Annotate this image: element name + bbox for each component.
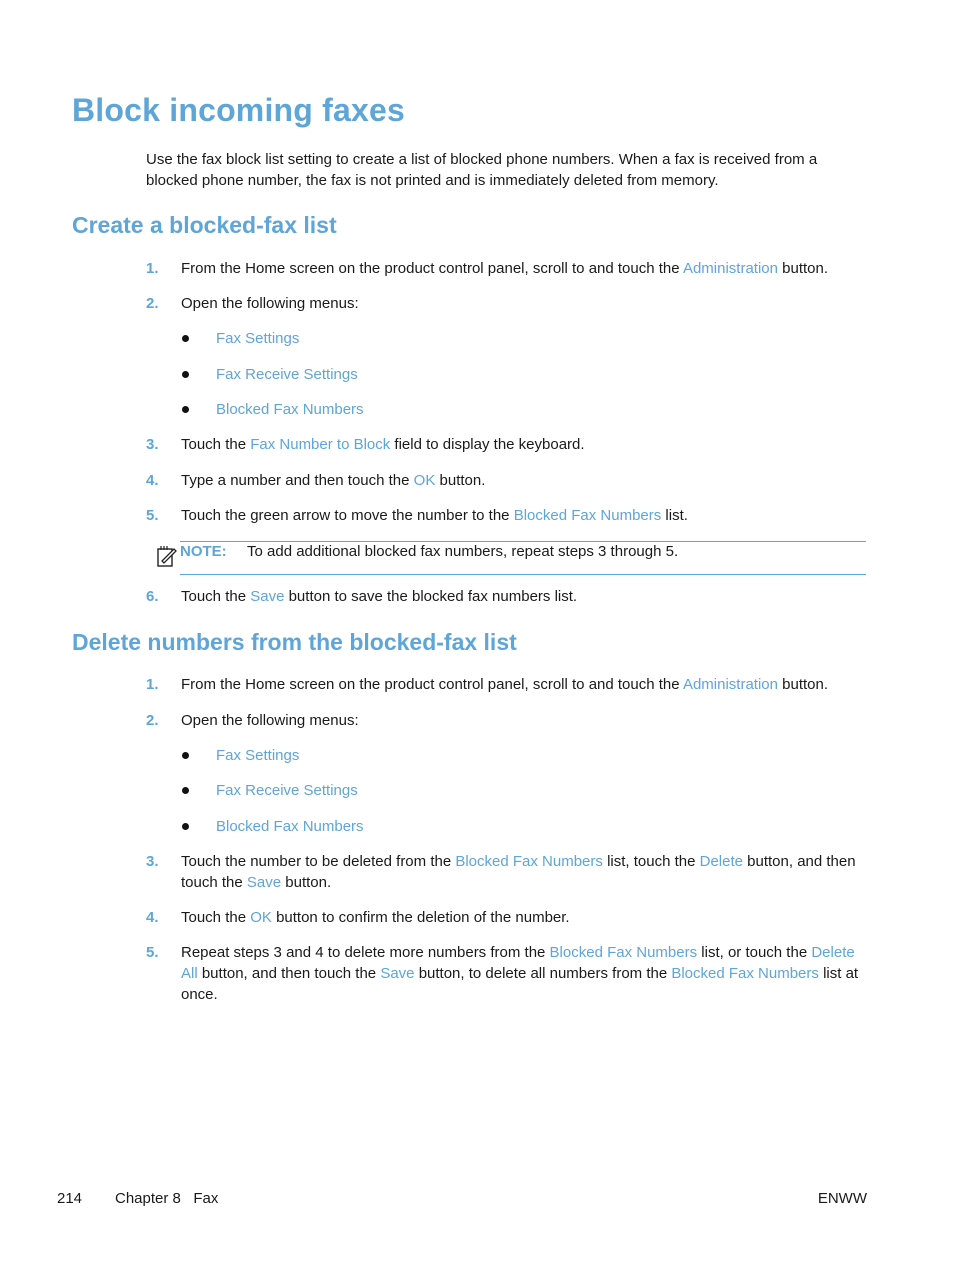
step-text: Touch the number to be deleted from the …	[181, 851, 866, 893]
create-step: 3. Touch the Fax Number to Block field to…	[146, 434, 866, 455]
note-label: NOTE:	[180, 543, 227, 560]
step-number: 4.	[146, 472, 159, 489]
step-text-fragment: button, and then touch the	[197, 965, 381, 982]
bullet-icon	[182, 787, 189, 794]
section-heading-delete: Delete numbers from the blocked-fax list	[72, 629, 517, 655]
step-text-fragment: button to confirm the deletion of the nu…	[271, 909, 570, 926]
step-number: 5.	[146, 944, 159, 961]
menu-bullet: Blocked Fax Numbers	[182, 816, 364, 837]
step-text-fragment: button.	[778, 676, 829, 693]
delete-step: 3. Touch the number to be deleted from th…	[146, 851, 866, 893]
step-text-fragment: Touch the	[181, 436, 251, 453]
delete-step: 4. Touch the OK button to confirm the del…	[146, 907, 866, 928]
step-text-fragment: list.	[661, 507, 688, 524]
step-number: 1.	[146, 676, 159, 693]
menu-link-fax-settings[interactable]: Fax Settings	[216, 747, 299, 764]
step-text-fragment: Touch the	[181, 909, 251, 926]
delete-step: 1. From the Home screen on the product co…	[146, 674, 866, 695]
step-text-fragment: Type a number and then touch the	[181, 472, 414, 489]
step-text-fragment: Touch the	[181, 588, 251, 605]
section-heading-create: Create a blocked-fax list	[72, 212, 337, 238]
step-number: 3.	[146, 853, 159, 870]
step-text: Touch the OK button to confirm the delet…	[181, 907, 866, 928]
bullet-icon	[182, 371, 189, 378]
step-text-fragment: Repeat steps 3 and 4 to delete more numb…	[181, 944, 550, 961]
menu-bullet: Fax Receive Settings	[182, 780, 358, 801]
ui-term-link[interactable]: Blocked Fax Numbers	[455, 853, 603, 870]
step-number: 3.	[146, 436, 159, 453]
step-text-fragment: list, touch the	[602, 853, 700, 870]
step-text: Open the following menus:	[181, 710, 866, 731]
ui-term-link[interactable]: Administration	[683, 260, 778, 277]
menu-bullet: Blocked Fax Numbers	[182, 399, 364, 420]
create-step: 1. From the Home screen on the product co…	[146, 258, 866, 279]
step-text: From the Home screen on the product cont…	[181, 258, 866, 279]
note-pencil-icon	[157, 546, 177, 567]
step-text-fragment: button.	[435, 472, 486, 489]
step-text-fragment: From the Home screen on the product cont…	[181, 676, 683, 693]
step-text: Touch the Fax Number to Block field to d…	[181, 434, 866, 455]
create-step: 6. Touch the Save button to save the bloc…	[146, 586, 866, 607]
step-text-fragment: Touch the number to be deleted from the	[181, 853, 456, 870]
step-text-fragment: From the Home screen on the product cont…	[181, 260, 683, 277]
step-text-fragment: button to save the blocked fax numbers l…	[284, 588, 578, 605]
menu-bullet: Fax Settings	[182, 745, 299, 766]
step-number: 2.	[146, 295, 159, 312]
menu-link-blocked-fax-numbers[interactable]: Blocked Fax Numbers	[216, 401, 364, 418]
ui-term-link[interactable]: Blocked Fax Numbers	[550, 944, 698, 961]
intro-paragraph: Use the fax block list setting to create…	[146, 151, 818, 189]
step-text-fragment: Touch the green arrow to move the number…	[181, 507, 514, 524]
menu-link-fax-receive-settings[interactable]: Fax Receive Settings	[216, 782, 358, 799]
create-step: 4. Type a number and then touch the OK bu…	[146, 470, 866, 491]
chapter-label: Chapter 8 Fax	[115, 1190, 219, 1207]
page-title: Block incoming faxes	[72, 92, 405, 128]
menu-link-blocked-fax-numbers[interactable]: Blocked Fax Numbers	[216, 818, 364, 835]
menu-bullet: Fax Settings	[182, 328, 299, 349]
step-text: Open the following menus:	[181, 293, 866, 314]
step-number: 4.	[146, 909, 159, 926]
step-text-fragment: button.	[281, 874, 332, 891]
page-number: 214	[57, 1190, 83, 1207]
ui-term-link[interactable]: OK	[414, 472, 436, 489]
ui-term-link[interactable]: Save	[250, 588, 284, 605]
menu-link-fax-settings[interactable]: Fax Settings	[216, 330, 299, 347]
bullet-icon	[182, 752, 189, 759]
create-step: 2. Open the following menus:	[146, 293, 866, 314]
ui-term-link[interactable]: OK	[250, 909, 272, 926]
ui-term-link[interactable]: Blocked Fax Numbers	[671, 965, 819, 982]
ui-term-link[interactable]: Administration	[683, 676, 778, 693]
bullet-icon	[182, 406, 189, 413]
step-text-fragment: field to display the keyboard.	[390, 436, 585, 453]
locale-code: ENWW	[817, 1190, 867, 1207]
step-text-fragment: list, or touch the	[697, 944, 812, 961]
bullet-icon	[182, 335, 189, 342]
delete-step: 2. Open the following menus:	[146, 710, 866, 731]
step-number: 6.	[146, 588, 159, 605]
note-box: NOTE: To add additional blocked fax numb…	[157, 541, 866, 575]
step-number: 5.	[146, 507, 159, 524]
bullet-icon	[182, 823, 189, 830]
step-text: Touch the green arrow to move the number…	[181, 505, 866, 526]
step-text: Type a number and then touch the OK butt…	[181, 470, 866, 491]
step-text: Touch the Save button to save the blocke…	[181, 586, 866, 607]
step-text: Repeat steps 3 and 4 to delete more numb…	[181, 942, 866, 1005]
step-text-fragment: button.	[778, 260, 829, 277]
step-text-fragment: Open the following menus:	[181, 295, 359, 312]
ui-term-link[interactable]: Save	[247, 874, 281, 891]
step-number: 2.	[146, 712, 159, 729]
step-text-fragment: Open the following menus:	[181, 712, 359, 729]
create-step: 5. Touch the green arrow to move the numb…	[146, 505, 866, 526]
menu-link-fax-receive-settings[interactable]: Fax Receive Settings	[216, 366, 358, 383]
step-text-fragment: button, to delete all numbers from the	[414, 965, 672, 982]
ui-term-link[interactable]: Blocked Fax Numbers	[514, 507, 662, 524]
note-text: To add additional blocked fax numbers, r…	[247, 543, 679, 560]
ui-term-link[interactable]: Fax Number to Block	[250, 436, 390, 453]
step-number: 1.	[146, 260, 159, 277]
ui-term-link[interactable]: Delete	[700, 853, 743, 870]
delete-step: 5. Repeat steps 3 and 4 to delete more nu…	[146, 942, 866, 1005]
ui-term-link[interactable]: Save	[380, 965, 414, 982]
menu-bullet: Fax Receive Settings	[182, 364, 358, 385]
step-text: From the Home screen on the product cont…	[181, 674, 866, 695]
